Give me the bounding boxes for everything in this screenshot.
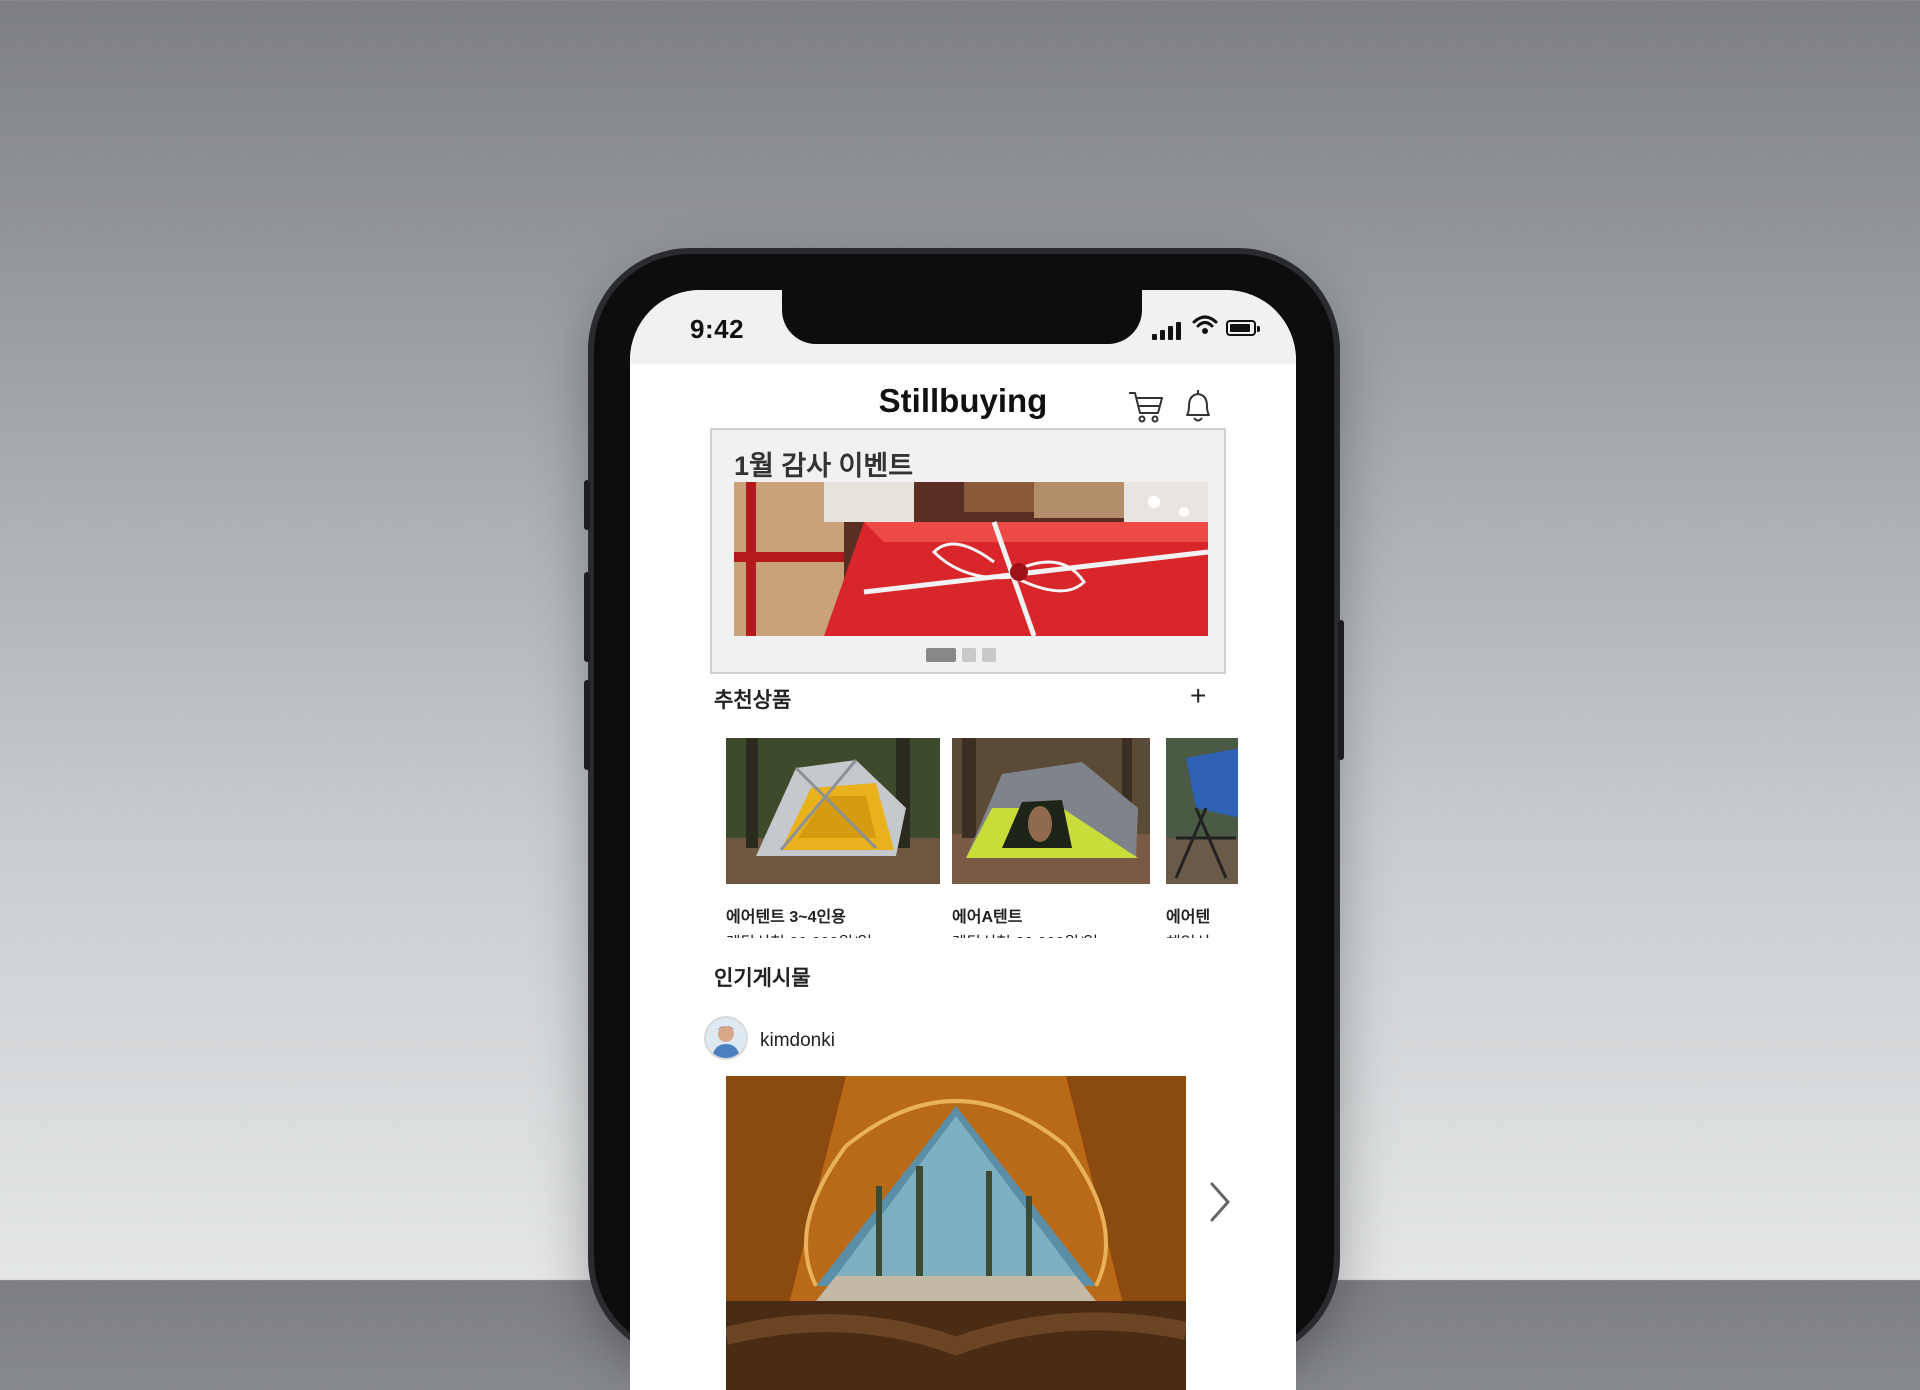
status-time: 9:42 — [690, 314, 745, 344]
wifi-icon — [1192, 315, 1218, 334]
app-screen: 9:42 Stillbuying 1월 감사 이벤트 추천상품 + 에어텐트 3… — [630, 290, 1296, 1390]
battery-icon — [1226, 320, 1260, 336]
volume-up-button — [584, 572, 590, 662]
status-bar: 9:42 — [630, 290, 1296, 364]
mute-switch — [584, 480, 590, 530]
product-image — [726, 738, 940, 884]
post-username[interactable]: kimdonki — [760, 1030, 835, 1052]
recommended-more-button[interactable]: + — [1190, 680, 1206, 712]
pagination-dot[interactable] — [962, 648, 976, 662]
bell-icon[interactable] — [1178, 386, 1218, 426]
phone-frame: 9:42 Stillbuying 1월 감사 이벤트 추천상품 + 에어텐트 3… — [584, 254, 1344, 1390]
signal-icon — [1152, 320, 1186, 340]
product-card[interactable]: 에어A텐트 렌탈신청 20.000원/일 — [952, 738, 1150, 938]
avatar[interactable] — [704, 1016, 748, 1060]
product-name: 에어텐트 3~4인용 — [726, 909, 846, 926]
pagination-dot[interactable] — [982, 648, 996, 662]
chevron-right-icon[interactable] — [1206, 1180, 1234, 1224]
cart-icon[interactable] — [1126, 386, 1166, 426]
recommended-title: 추천상품 — [714, 689, 792, 712]
pagination-dot-active[interactable] — [926, 648, 956, 662]
notch — [782, 290, 1142, 344]
product-image — [952, 738, 1150, 884]
gift-boxes-image — [734, 482, 1208, 636]
product-price: 렌탈신청 20.000원/일 — [952, 929, 1150, 938]
post-image[interactable] — [726, 1076, 1186, 1390]
user-avatar-image — [706, 1018, 746, 1058]
power-button — [1338, 620, 1344, 760]
product-carousel[interactable]: 에어텐트 3~4인용 렌탈신청 20.000원/일 에어A텐트 렌탈신청 20.… — [726, 738, 1238, 938]
popular-title: 인기게시물 — [714, 967, 811, 990]
product-name: 에어텐 — [1166, 909, 1211, 926]
event-banner[interactable]: 1월 감사 이벤트 — [710, 428, 1226, 674]
product-card[interactable]: 에어텐트 3~4인용 렌탈신청 20.000원/일 — [726, 738, 940, 938]
product-image — [1166, 738, 1238, 884]
banner-title: 1월 감사 이벤트 — [734, 451, 914, 481]
product-price: 렌탈신청 20.000원/일 — [726, 929, 940, 938]
product-name: 에어A텐트 — [952, 909, 1023, 926]
volume-down-button — [584, 680, 590, 770]
product-price: 체업신 — [1166, 929, 1238, 938]
product-card[interactable]: 에어텐 체업신 — [1166, 738, 1238, 938]
